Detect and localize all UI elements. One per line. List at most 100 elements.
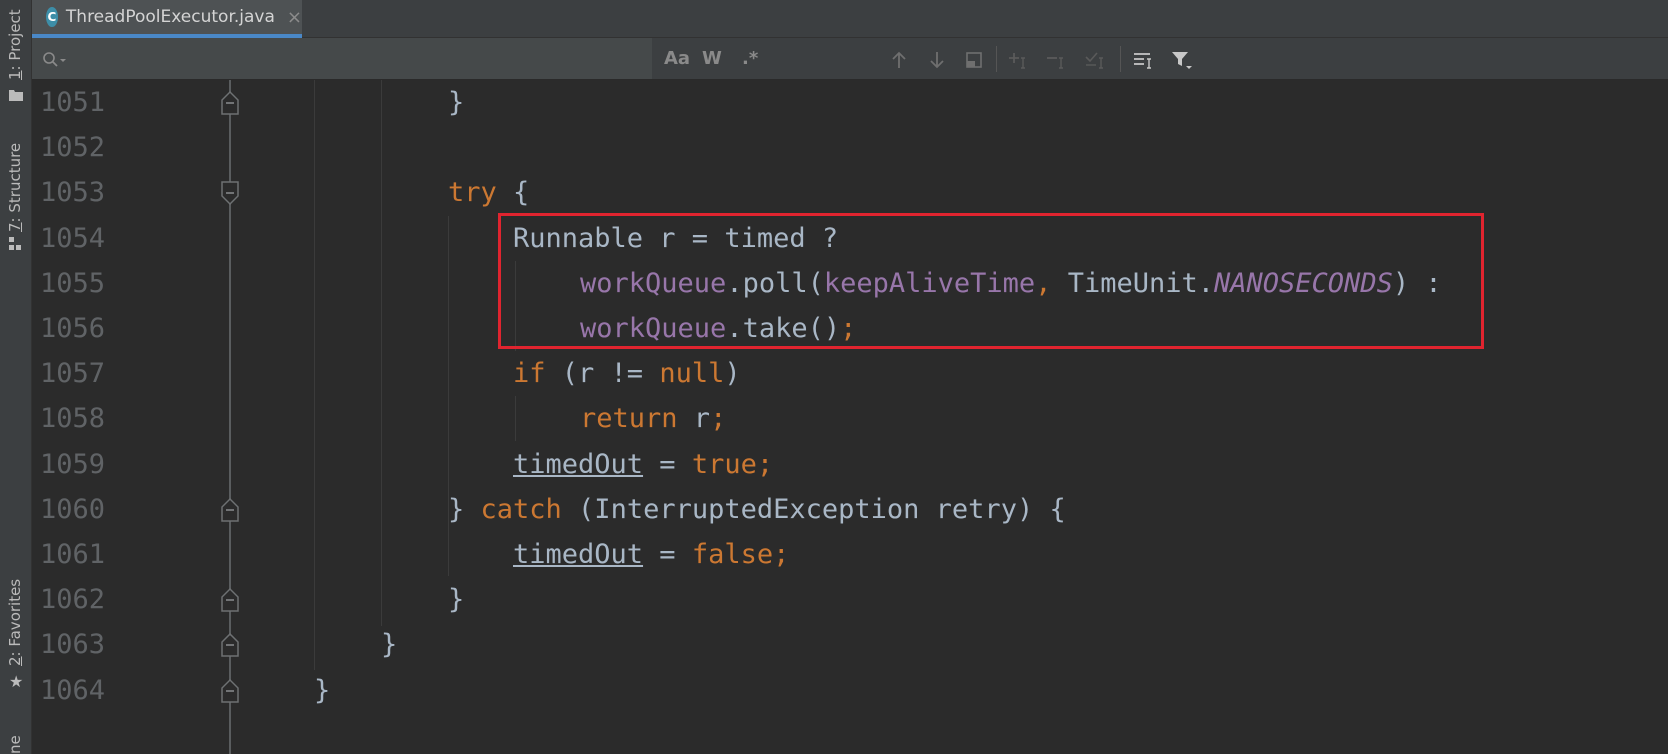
code-line: } catch (InterruptedException retry) {: [448, 486, 1066, 534]
code-token: workQueue: [580, 267, 727, 299]
code-token: ;: [840, 313, 857, 344]
toolbar-separator-2: [1120, 46, 1121, 72]
project-tool-label: : Project: [6, 9, 24, 71]
words-toggle[interactable]: W: [702, 38, 722, 79]
code-line: }: [448, 79, 464, 127]
structure-icon: [9, 236, 23, 255]
line-number: 1055: [40, 267, 106, 299]
code-token: workQueue: [580, 313, 727, 344]
code-line: try {: [448, 169, 529, 217]
line-number: 1054: [40, 222, 106, 254]
star-icon: ★: [9, 672, 24, 691]
favorites-tool-button[interactable]: 2: Favorites: [6, 579, 24, 666]
favorites-mnemonic: 2: [6, 656, 24, 666]
code-token: }: [448, 584, 465, 616]
code-token: =: [643, 539, 692, 570]
multiline-icon[interactable]: [1132, 38, 1156, 79]
line-number: 1059: [40, 448, 106, 480]
line-number: 1053: [40, 177, 106, 209]
bottom-tool-label: ne: [6, 735, 24, 754]
project-tool-button[interactable]: 1: Project: [6, 9, 24, 80]
checklist-icon[interactable]: [1084, 38, 1110, 79]
code-token: (InterruptedException retry) {: [561, 493, 1066, 525]
project-mnemonic: 1: [6, 70, 24, 80]
code-line: }: [448, 576, 464, 624]
regex-toggle[interactable]: .*: [742, 38, 758, 79]
editor-tab-bar: C ThreadPoolExecutor.java ×: [32, 0, 1668, 38]
fold-marker-icon[interactable]: [220, 180, 240, 206]
code-token: return: [580, 403, 678, 435]
code-token: ;: [710, 403, 727, 435]
line-number: 1062: [40, 584, 106, 616]
structure-tool-button[interactable]: 7: Structure: [6, 143, 24, 232]
code-token: r: [677, 403, 711, 435]
code-token: if: [513, 358, 546, 390]
bottom-tool-button[interactable]: ne: [6, 735, 24, 754]
editor-tab-threadpoolexecutor[interactable]: C ThreadPoolExecutor.java ×: [32, 0, 302, 38]
line-number: 1061: [40, 539, 106, 570]
fold-marker-icon[interactable]: [220, 678, 240, 704]
folder-icon: [9, 86, 23, 105]
code-token: ): [724, 358, 741, 390]
tool-window-strip: 1: Project 7: Structure 2: Favorites ★ n…: [0, 0, 32, 754]
select-all-occurrences-icon[interactable]: [964, 38, 984, 79]
structure-mnemonic: 7: [6, 222, 24, 232]
code-token: catch: [480, 493, 562, 525]
favorites-tool-label: : Favorites: [6, 578, 24, 657]
code-token: null: [659, 358, 725, 390]
line-number: 1056: [40, 313, 106, 344]
code-token: }: [448, 493, 481, 525]
line-number: 1064: [40, 674, 106, 706]
code-line: }: [381, 621, 397, 669]
search-field: [32, 38, 732, 79]
code-token: .poll(: [726, 267, 824, 299]
code-editor[interactable]: 1051 1052 1053 1054 1055 1056 1057 1058 1059 1060…: [32, 80, 1668, 754]
indent-guide: [381, 80, 382, 626]
code-token: true: [691, 448, 757, 480]
match-case-toggle[interactable]: Aa: [664, 38, 690, 79]
code-line: workQueue.poll(keepAliveTime, TimeUnit.N…: [580, 260, 1442, 308]
code-token: timedOut: [513, 539, 644, 570]
remove-selection-icon[interactable]: [1046, 38, 1070, 79]
arrow-down-icon[interactable]: [928, 38, 946, 79]
code-token: keepAliveTime: [823, 267, 1036, 299]
indent-guide: [515, 396, 516, 441]
code-line: workQueue.take();: [580, 305, 856, 353]
find-toolbar: Aa W .*: [32, 38, 1668, 80]
indent-guide: [515, 261, 516, 351]
line-number: 1057: [40, 358, 106, 390]
code-token: ,: [1035, 267, 1068, 299]
arrow-up-icon[interactable]: [890, 38, 908, 79]
code-line: timedOut = true;: [513, 441, 773, 489]
tab-title: ThreadPoolExecutor.java: [65, 7, 275, 27]
java-class-icon: C: [46, 7, 58, 27]
fold-marker-icon[interactable]: [220, 497, 240, 523]
code-token: Runnable r = timed ?: [513, 222, 839, 254]
code-token: NANOSECONDS: [1214, 267, 1393, 299]
indent-guide: [314, 80, 315, 670]
code-token: try: [448, 177, 497, 209]
code-token: ) :: [1392, 267, 1442, 299]
code-line: timedOut = false;: [513, 531, 789, 579]
code-token: timedOut: [513, 448, 644, 480]
search-input[interactable]: [72, 46, 636, 72]
code-token: false: [691, 539, 774, 570]
code-token: {: [496, 177, 530, 209]
close-icon[interactable]: ×: [287, 7, 302, 28]
line-number: 1063: [40, 629, 106, 661]
fold-marker-icon[interactable]: [220, 587, 240, 613]
code-token: }: [381, 629, 398, 661]
indent-guide: [448, 532, 449, 576]
code-token: =: [643, 448, 692, 480]
code-token: ;: [756, 448, 774, 480]
code-token: }: [448, 87, 465, 118]
add-selection-icon[interactable]: [1008, 38, 1032, 79]
line-number: 1051: [40, 87, 106, 118]
fold-marker-icon[interactable]: [220, 90, 240, 116]
filter-icon[interactable]: [1170, 38, 1194, 79]
code-line: if (r != null): [513, 350, 741, 398]
code-token: ;: [773, 539, 790, 570]
code-line: Runnable r = timed ?: [513, 215, 838, 263]
magnifier-icon[interactable]: [42, 38, 68, 79]
fold-marker-icon[interactable]: [220, 632, 240, 658]
